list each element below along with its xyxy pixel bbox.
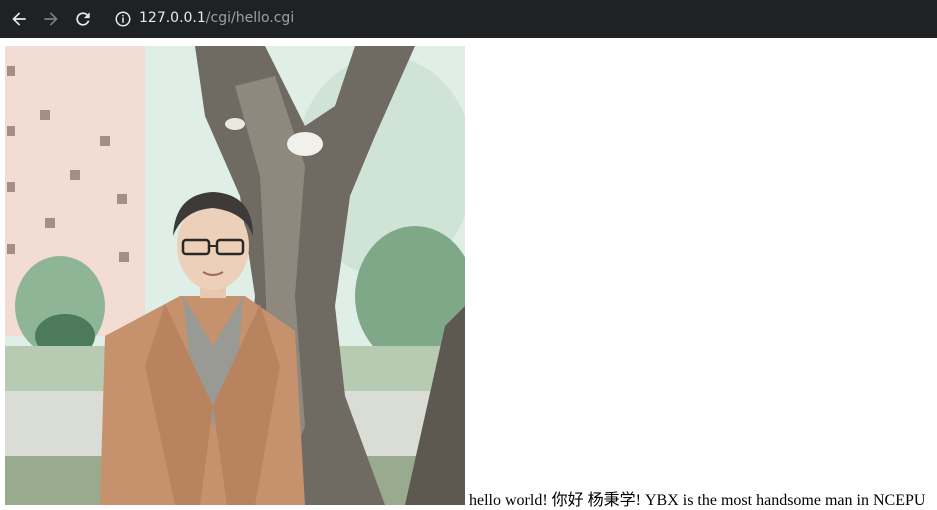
info-icon[interactable] xyxy=(114,10,132,28)
url-host: 127.0.0.1 xyxy=(139,10,206,26)
portrait-photo xyxy=(5,46,465,505)
forward-button[interactable] xyxy=(40,8,62,30)
forward-arrow-icon xyxy=(44,12,58,26)
browser-toolbar: 127.0.0.1/cgi/hello.cgi xyxy=(0,0,937,38)
back-button[interactable] xyxy=(8,8,30,30)
address-bar[interactable]: 127.0.0.1/cgi/hello.cgi xyxy=(139,9,294,27)
reload-icon xyxy=(76,12,90,26)
back-arrow-icon xyxy=(12,12,26,26)
url-path: /cgi/hello.cgi xyxy=(205,10,295,26)
greeting-text: hello world! 你好 杨秉学! YBX is the most han… xyxy=(469,492,926,509)
page-content: hello world! 你好 杨秉学! YBX is the most han… xyxy=(5,46,935,509)
reload-button[interactable] xyxy=(72,8,94,30)
